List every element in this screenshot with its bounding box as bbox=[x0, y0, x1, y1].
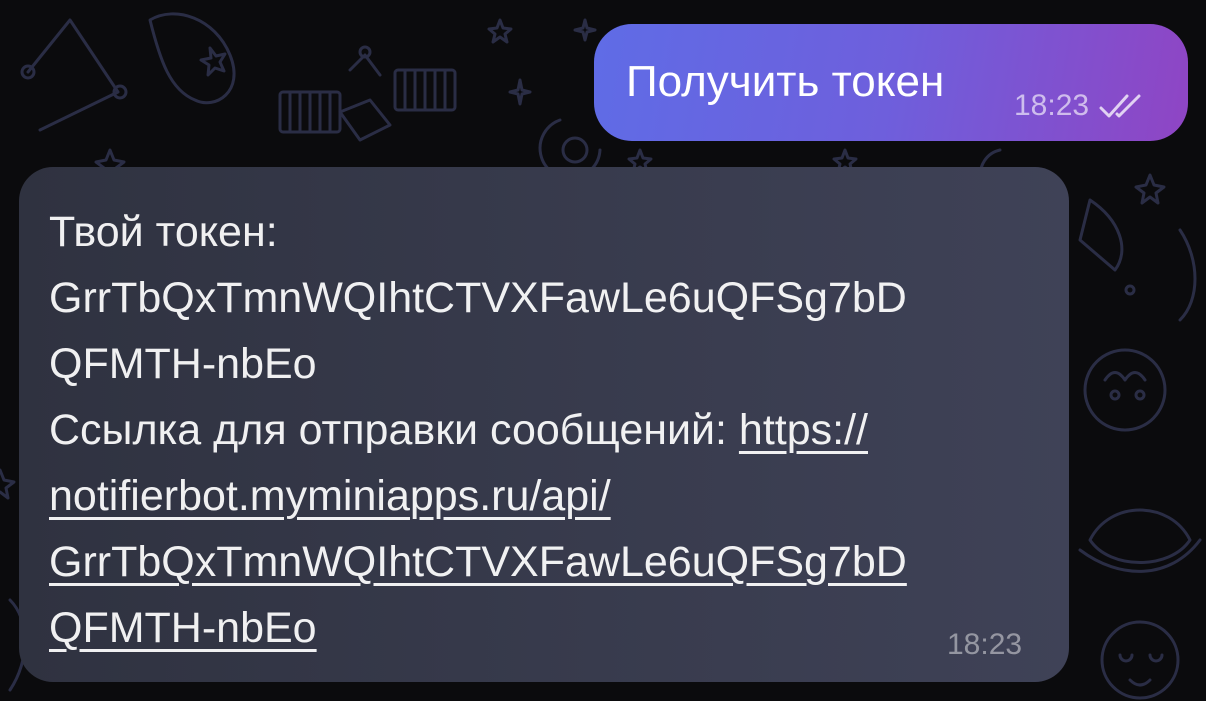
api-link-line-4: QFMTH-nbEo bbox=[49, 595, 1049, 661]
outgoing-message-bubble[interactable]: Получить токен 18:23 bbox=[594, 24, 1188, 141]
api-link-part-1[interactable]: https:// bbox=[739, 406, 868, 454]
outgoing-message-time: 18:23 bbox=[1014, 89, 1090, 122]
api-link-line-2: notifierbot.myminiapps.ru/api/ bbox=[49, 463, 1049, 529]
api-link-line-3: GrrTbQxTmnWQIhtCTVXFawLe6uQFSg7bD bbox=[49, 529, 1049, 595]
outgoing-message-text: Получить токен bbox=[626, 57, 945, 106]
api-link-part-3[interactable]: GrrTbQxTmnWQIhtCTVXFawLe6uQFSg7bD bbox=[49, 538, 907, 586]
token-value-line-1: GrrTbQxTmnWQIhtCTVXFawLe6uQFSg7bD bbox=[49, 274, 907, 322]
api-link-part-2[interactable]: notifierbot.myminiapps.ru/api/ bbox=[49, 472, 611, 520]
double-check-icon bbox=[1099, 94, 1141, 118]
link-line: Ссылка для отправки сообщений: https:// bbox=[49, 397, 1049, 463]
link-label: Ссылка для отправки сообщений: bbox=[49, 406, 727, 454]
token-value-line-2: QFMTH-nbEo bbox=[49, 340, 317, 388]
api-link-part-4[interactable]: QFMTH-nbEo bbox=[49, 604, 317, 652]
chat-area: Получить токен 18:23 Твой токен: GrrTbQx… bbox=[0, 0, 1206, 701]
incoming-message-time: 18:23 bbox=[947, 628, 1023, 661]
incoming-message-body: Твой токен: GrrTbQxTmnWQIhtCTVXFawLe6uQF… bbox=[49, 199, 1049, 661]
incoming-message-bubble[interactable]: Твой токен: GrrTbQxTmnWQIhtCTVXFawLe6uQF… bbox=[19, 167, 1069, 682]
outgoing-message-meta: 18:23 bbox=[1014, 88, 1147, 124]
token-label: Твой токен: bbox=[49, 208, 278, 256]
